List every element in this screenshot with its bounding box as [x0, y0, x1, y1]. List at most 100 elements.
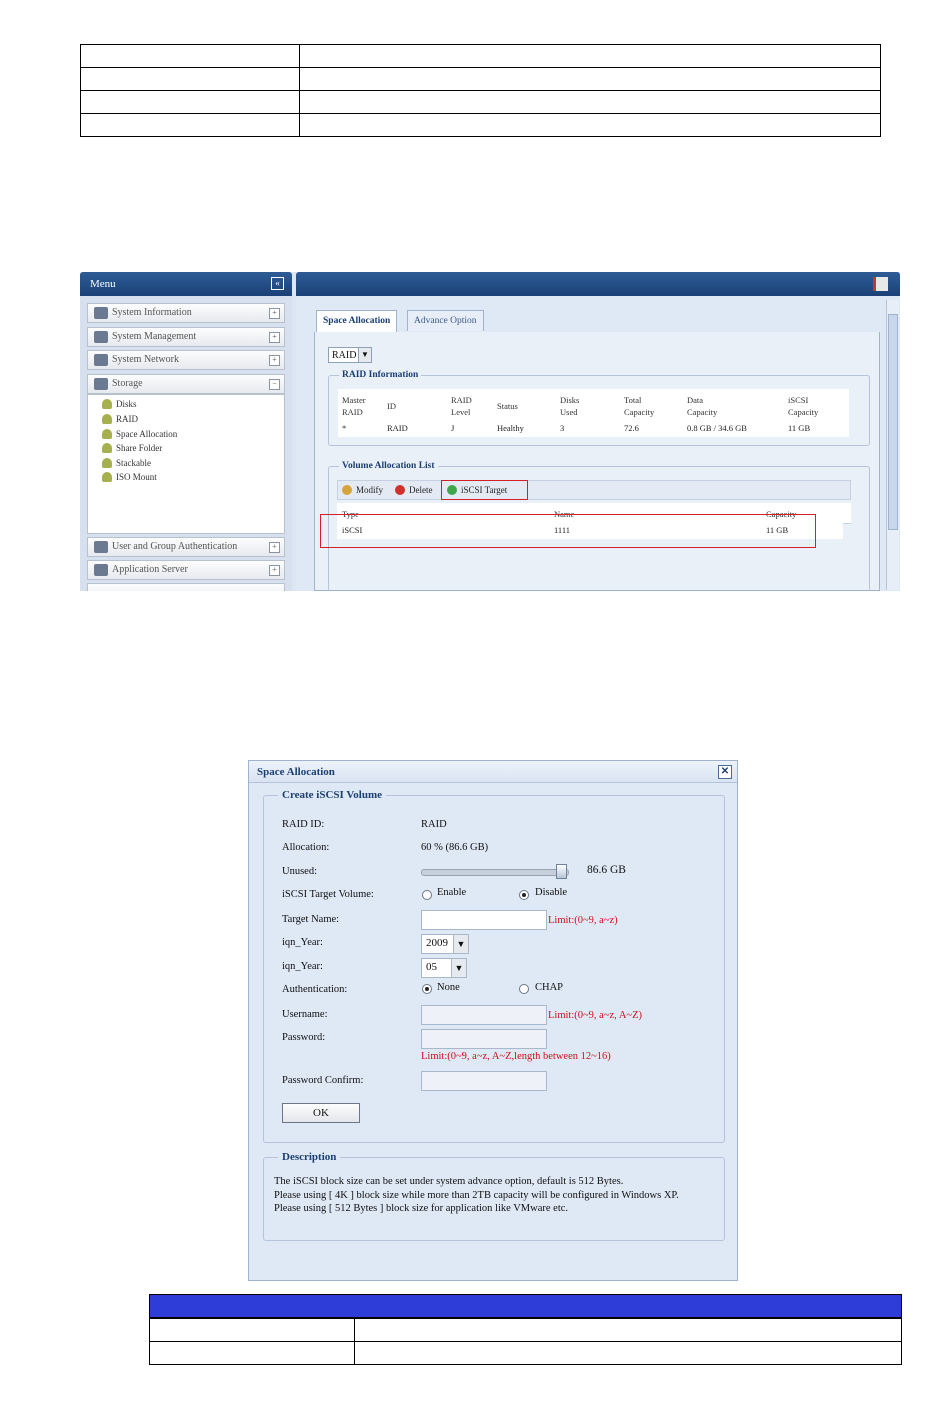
vertical-scrollbar[interactable] — [886, 300, 899, 590]
expand-icon[interactable]: + — [269, 355, 280, 366]
description-line: The iSCSI block size can be set under sy… — [274, 1176, 624, 1187]
system-management-icon — [94, 331, 108, 343]
iscsi-target-volume-label: iSCSI Target Volume: — [282, 889, 374, 900]
password-input[interactable] — [421, 1029, 547, 1049]
allocation-label: Allocation: — [282, 842, 330, 853]
modify-button[interactable]: Modify — [342, 484, 383, 497]
bottom-table-header — [149, 1294, 902, 1318]
tab-space-allocation[interactable]: Space Allocation — [316, 310, 398, 332]
hdr-iscsi-capacity: iSCSI Capacity — [788, 395, 819, 417]
enable-radio[interactable] — [422, 890, 432, 900]
allocation-slider-track[interactable] — [421, 869, 569, 876]
cell-master: * — [342, 423, 347, 433]
raid-id-value: RAID — [421, 819, 447, 830]
auth-none-radio[interactable] — [422, 984, 432, 994]
description-line: Please using [ 4K ] block size while mor… — [274, 1189, 679, 1201]
cell-total-capacity: 72.6 — [624, 423, 639, 433]
tree-item-space-allocation[interactable]: Space Allocation — [102, 427, 177, 441]
delete-button[interactable]: Delete — [395, 484, 432, 497]
menu-item-system-information[interactable]: System Information + — [87, 303, 285, 323]
unused-label: Unused: — [282, 866, 317, 877]
allocation-value: 60 % (86.6 GB) — [421, 842, 489, 853]
menu-item-system-management[interactable]: System Management + — [87, 327, 285, 347]
menu-item-application-server[interactable]: Application Server + — [87, 560, 285, 580]
space-allocation-icon — [102, 429, 112, 439]
password-confirm-input[interactable] — [421, 1071, 547, 1091]
target-name-limit: Limit:(0~9, a~z) — [548, 915, 618, 926]
tree-item-disks[interactable]: Disks — [102, 397, 137, 411]
expand-icon[interactable]: + — [269, 332, 280, 343]
expand-icon[interactable]: + — [269, 542, 280, 553]
menu-item-label: Application Server — [112, 564, 188, 575]
menu-title: Menu — [90, 278, 116, 290]
iqn-month-select[interactable]: 05 ▼ — [421, 958, 467, 978]
auth-chap-label: CHAP — [535, 982, 564, 993]
delete-icon — [395, 485, 405, 495]
chevron-down-icon: ▼ — [358, 348, 371, 362]
enable-label: Enable — [437, 887, 467, 898]
raid-information-legend: RAID Information — [342, 370, 419, 380]
cell-status: Healthy — [497, 423, 524, 433]
raid-icon — [102, 414, 112, 424]
menu-item-user-group-auth[interactable]: User and Group Authentication + — [87, 537, 285, 557]
description-line: Please using [ 512 Bytes ] block size fo… — [274, 1203, 569, 1214]
ok-button[interactable]: OK — [282, 1103, 360, 1123]
menu-item-label: System Information — [112, 307, 192, 318]
hdr-master-raid: Master RAID — [342, 395, 366, 417]
cell-disks-used: 3 — [560, 423, 565, 433]
iqn-year-label: iqn_Year: — [282, 937, 323, 948]
menu-item-storage[interactable]: Storage − — [87, 374, 285, 394]
tree-item-raid[interactable]: RAID — [102, 412, 138, 426]
hdr-id: ID — [387, 401, 396, 411]
menu-item-cutoff[interactable] — [87, 583, 285, 591]
dialog-title: Space Allocation — [257, 766, 335, 778]
storage-tree: Disks RAID Space Allocation Share Folder… — [87, 394, 285, 534]
menu-item-label: System Management — [112, 331, 197, 342]
scrollbar-thumb[interactable] — [888, 314, 898, 530]
iso-icon — [102, 472, 112, 482]
expand-icon[interactable]: + — [269, 565, 280, 576]
hdr-status: Status — [497, 401, 518, 411]
menu-item-system-network[interactable]: System Network + — [87, 350, 285, 370]
hdr-disks-used: Disks Used — [560, 395, 580, 417]
tree-item-share-folder[interactable]: Share Folder — [102, 441, 162, 455]
logout-icon[interactable] — [873, 277, 888, 291]
disk-icon — [102, 399, 112, 409]
password-limit: Limit:(0~9, a~z, A~Z,length between 12~1… — [421, 1051, 611, 1062]
network-icon — [94, 354, 108, 366]
close-icon[interactable]: ✕ — [718, 765, 732, 779]
stackable-icon — [102, 458, 112, 468]
table-row — [149, 1318, 902, 1342]
volume-allocation-legend: Volume Allocation List — [342, 461, 435, 471]
hdr-raid-level: RAID Level — [451, 395, 472, 417]
tree-item-iso-mount[interactable]: ISO Mount — [102, 470, 157, 484]
table-row — [149, 1341, 902, 1365]
tree-item-stackable[interactable]: Stackable — [102, 456, 151, 470]
storage-ui-screenshot: Menu « System Information + System Manag… — [80, 272, 900, 591]
password-label: Password: — [282, 1032, 326, 1043]
users-icon — [94, 541, 108, 553]
password-confirm-label: Password Confirm: — [282, 1075, 364, 1086]
chevron-down-icon: ▼ — [451, 959, 466, 977]
iqn-year-select[interactable]: 2009 ▼ — [421, 934, 469, 954]
table-row — [80, 90, 881, 114]
auth-chap-radio[interactable] — [519, 984, 529, 994]
menu-collapse-icon[interactable]: « — [271, 277, 284, 290]
raid-select[interactable]: RAID ▼ — [328, 347, 372, 363]
username-input[interactable] — [421, 1005, 547, 1025]
space-allocation-dialog: Space Allocation ✕ Create iSCSI Volume R… — [248, 760, 738, 1281]
storage-icon — [94, 378, 108, 390]
target-name-input[interactable] — [421, 910, 547, 930]
table-row — [80, 67, 881, 91]
menu-item-label: System Network — [112, 354, 179, 365]
expand-icon[interactable]: + — [269, 308, 280, 319]
hdr-total-capacity: Total Capacity — [624, 395, 655, 417]
auth-none-label: None — [437, 982, 460, 993]
system-information-icon — [94, 307, 108, 319]
collapse-icon[interactable]: − — [269, 379, 280, 390]
allocation-slider-handle[interactable] — [556, 864, 567, 879]
tab-advance-option[interactable]: Advance Option — [407, 310, 484, 331]
raid-info-data-row — [338, 421, 849, 437]
unused-value: 86.6 GB — [587, 864, 626, 876]
disable-radio[interactable] — [519, 890, 529, 900]
